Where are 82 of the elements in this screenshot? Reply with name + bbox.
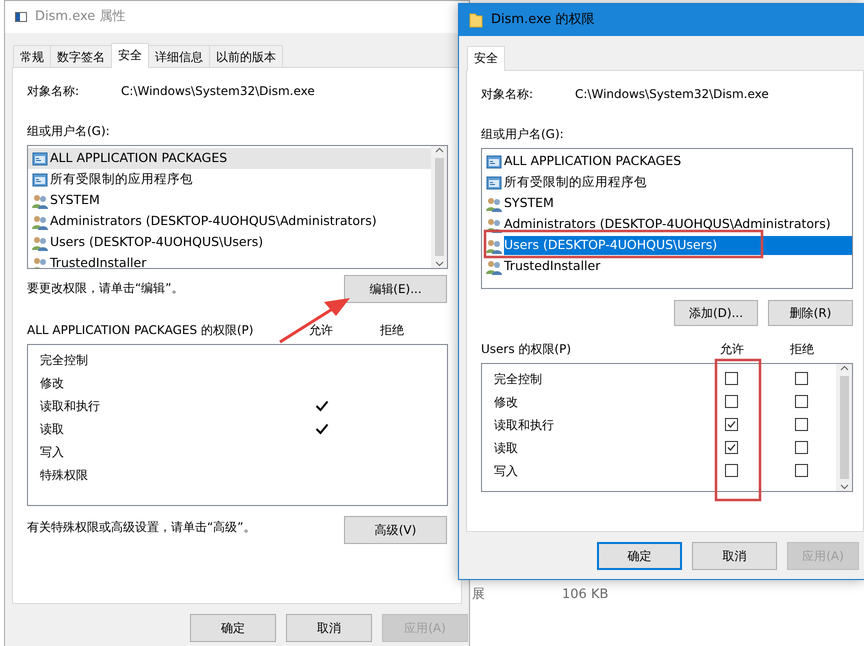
permission-name: 读取和执行 — [494, 416, 555, 434]
column-header: 允许 — [308, 322, 334, 339]
checkbox[interactable] — [794, 395, 808, 408]
window-title: Dism.exe 属性 — [35, 8, 126, 26]
users-icon — [32, 256, 48, 268]
scrollbar[interactable] — [431, 146, 447, 268]
user-list-item[interactable]: ALL APPLICATION PACKAGES — [482, 151, 852, 172]
checkbox[interactable] — [724, 418, 738, 431]
checkbox[interactable] — [794, 372, 808, 385]
tab[interactable]: 常规 — [13, 45, 51, 67]
permission-name: 特殊权限 — [40, 466, 89, 484]
scroll-up-icon — [840, 364, 848, 373]
permission-name: 写入 — [494, 462, 519, 480]
users-icon — [486, 238, 502, 254]
user-list-item[interactable]: TrustedInstaller — [28, 253, 431, 268]
user-list-item[interactable]: Users (DESKTOP-4UOHQUS\Users) — [28, 232, 431, 253]
user-list-item[interactable]: 所有受限制的应用程序包 — [28, 169, 431, 190]
user-list-item[interactable]: 所有受限制的应用程序包 — [482, 172, 852, 193]
checkbox[interactable] — [724, 441, 738, 454]
window-title: Dism.exe 的权限 — [491, 11, 594, 30]
checkbox[interactable] — [794, 418, 808, 431]
checkbox[interactable] — [794, 441, 808, 454]
user-list-item[interactable]: Administrators (DESKTOP-4UOHQUS\Administrators) — [482, 214, 852, 235]
checkbox[interactable] — [724, 464, 738, 477]
column-header: 允许 — [719, 341, 745, 358]
users-icon — [32, 234, 48, 250]
permission-name: 完全控制 — [40, 352, 89, 368]
dialog-button[interactable]: 添加(D)... — [674, 300, 758, 326]
permission-name: 完全控制 — [494, 370, 543, 388]
column-header: 拒绝 — [379, 322, 405, 339]
object-path: C:\Windows\System32\Dism.exe — [121, 83, 315, 100]
permission-name: 读取 — [40, 420, 65, 438]
dialog-button[interactable]: 编辑(E)... — [344, 275, 447, 303]
scrollbar[interactable] — [836, 364, 852, 491]
package-icon — [32, 172, 48, 188]
scroll-down-icon — [840, 482, 848, 491]
hint-text: 要更改权限，请单击“编辑”。 — [27, 280, 184, 297]
users-icon — [486, 196, 502, 212]
checkbox[interactable] — [724, 372, 738, 385]
dialog-button[interactable]: 确定 — [190, 614, 276, 642]
column-header: 拒绝 — [789, 341, 815, 358]
hint-text: 有关特殊权限或高级设置，请单击“高级”。 — [27, 519, 256, 536]
field-label: 组或用户名(G): — [481, 126, 564, 143]
checkbox[interactable] — [794, 464, 808, 477]
permission-name: 读取和执行 — [40, 398, 101, 414]
file-list-text: 展 — [472, 586, 485, 604]
package-icon — [486, 154, 502, 170]
users-icon — [486, 216, 502, 232]
dialog-button[interactable]: 删除(R) — [768, 300, 853, 326]
permission-name: 写入 — [40, 444, 65, 460]
user-list-item[interactable]: Administrators (DESKTOP-4UOHQUS\Administrators) — [28, 211, 431, 232]
field-label: 对象名称: — [481, 86, 534, 103]
annotation-arrow — [279, 298, 350, 344]
tab[interactable]: 安全 — [111, 43, 149, 68]
field-label: 对象名称: — [27, 83, 80, 100]
scroll-down-icon — [434, 259, 444, 268]
users-icon — [486, 258, 502, 274]
section-label: Users 的权限(P) — [481, 341, 572, 358]
window-icon — [15, 12, 27, 22]
package-icon — [32, 150, 48, 166]
dialog-button[interactable]: 取消 — [692, 542, 777, 570]
permission-name: 修改 — [40, 374, 65, 392]
tab[interactable]: 以前的版本 — [209, 45, 283, 67]
user-list-item[interactable]: ALL APPLICATION PACKAGES — [28, 148, 431, 169]
field-label: 组或用户名(G): — [27, 123, 110, 140]
user-list-item[interactable]: SYSTEM — [28, 190, 431, 211]
dialog-button[interactable]: 取消 — [286, 614, 372, 642]
user-list-item[interactable]: TrustedInstaller — [482, 256, 852, 277]
file-list-text: 106 KB — [562, 586, 608, 604]
object-path: C:\Windows\System32\Dism.exe — [575, 86, 769, 103]
users-icon — [32, 214, 48, 230]
section-label: ALL APPLICATION PACKAGES 的权限(P) — [27, 322, 254, 339]
users-icon — [32, 192, 48, 208]
checkbox[interactable] — [724, 395, 738, 408]
permission-name: 读取 — [494, 440, 519, 456]
user-list-item[interactable]: SYSTEM — [482, 193, 852, 214]
dialog-button[interactable]: 高级(V) — [344, 516, 447, 544]
scroll-up-icon — [434, 146, 444, 155]
tab[interactable]: 安全 — [467, 46, 505, 71]
package-icon — [486, 174, 502, 190]
dialog-button[interactable]: 确定 — [597, 542, 682, 570]
permission-name: 修改 — [494, 394, 519, 410]
